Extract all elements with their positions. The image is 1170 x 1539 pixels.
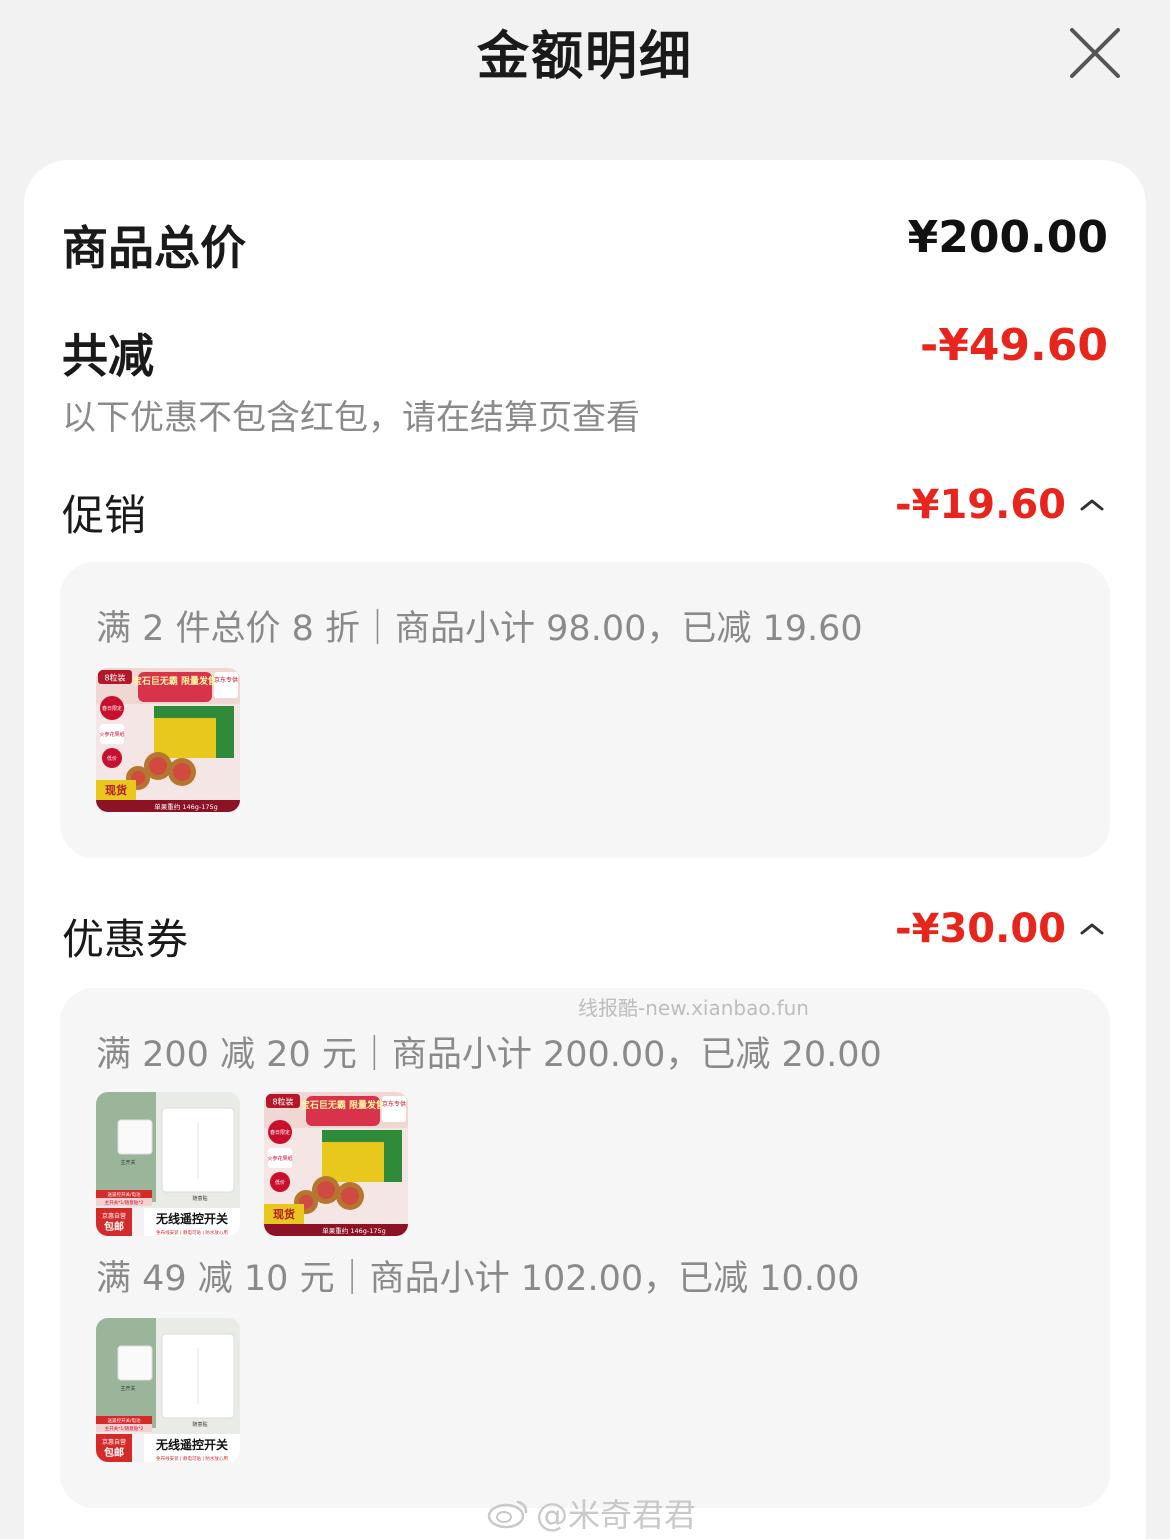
kiwi-count-badge: 8粒装 [104, 673, 125, 683]
promotion-rule-text: 满 2 件总价 8 折｜商品小计 98.00，已减 19.60 [96, 609, 863, 649]
coupon-detail-panel: 满 200 减 20 元｜商品小计 200.00，已减 20.00 主开关 随意… [60, 988, 1110, 1508]
coupon-label: 优惠券 [62, 915, 189, 964]
kiwi-product-image: 8粒装 宝石巨无霸 限量发售 京东专供 春日限定 火参花果纸 低价 现货 单果重… [264, 1092, 408, 1236]
coupon-section-header[interactable]: 优惠券 -¥30.00 [62, 906, 1108, 964]
switch-product-thumbnail[interactable]: 主开关 随意贴 送遥控开关/电池 主开关*1/随意贴*2 京惠自营 包邮 无线遥… [96, 1318, 240, 1462]
kiwi-variety-tag: 火参花果纸 [99, 731, 124, 738]
switch-promo-line2: 主开关*1/随意贴*2 [105, 1425, 144, 1432]
watermark-bottom: @米奇君君 [486, 1490, 696, 1536]
coupon-rule-text-1: 满 200 减 20 元｜商品小计 200.00，已减 20.00 [96, 1035, 882, 1075]
watermark-bottom-text: @米奇君君 [536, 1496, 697, 1534]
switch-product-image: 主开关 随意贴 送遥控开关/电池 主开关*1/随意贴*2 京惠自营 包邮 无线遥… [96, 1318, 240, 1462]
watermark-center: 线报酷-new.xianbao.fun [578, 996, 809, 1020]
kiwi-footer: 单果重约 146g-175g [322, 1226, 385, 1235]
switch-features: 免布线安装 | 静电可贴 | 防水放心用 [156, 1229, 228, 1236]
kiwi-headline: 宝石巨无霸 限量发售 [301, 1099, 385, 1111]
switch-jd-self: 京惠自营 [102, 1212, 126, 1220]
switch-main-label: 主开关 [120, 1385, 135, 1392]
kiwi-stock-tag: 现货 [273, 1207, 295, 1221]
total-discount-value: -¥49.60 [919, 320, 1108, 371]
kiwi-stock-tag: 现货 [105, 783, 127, 797]
kiwi-count-badge: 8粒装 [272, 1097, 293, 1107]
switch-promo-line1: 送遥控开关/电池 [107, 1191, 141, 1198]
switch-promo-line2: 主开关*1/随意贴*2 [105, 1199, 144, 1206]
switch-free-ship: 包邮 [104, 1220, 124, 1233]
kiwi-product-thumbnail[interactable]: 8粒装 宝石巨无霸 限量发售 京东专供 春日限定 火参花果纸 低价 现货 单果重… [264, 1092, 408, 1236]
switch-product-image: 主开关 随意贴 送遥控开关/电池 主开关*1/随意贴*2 京惠自营 包邮 无线遥… [96, 1092, 240, 1236]
switch-main-label: 主开关 [120, 1159, 135, 1166]
switch-title: 无线遥控开关 [155, 1211, 228, 1226]
kiwi-product-image: 8粒装 宝石巨无霸 限量发售 京东专供 春日限定 火参花果纸 低价 现货 单果重… [96, 668, 240, 812]
coupon-rule-text-2: 满 49 减 10 元｜商品小计 102.00，已减 10.00 [96, 1259, 860, 1299]
kiwi-jd-tag: 京东专供 [382, 1100, 406, 1108]
switch-features: 免布线安装 | 静电可贴 | 防水放心用 [156, 1455, 228, 1462]
page-title: 金额明细 [476, 27, 693, 87]
kiwi-spring-tag: 春日限定 [270, 1129, 290, 1136]
kiwi-product-thumbnail[interactable]: 8粒装 宝石巨无霸 限量发售 京东专供 春日限定 火参花果纸 低价 现货 单果重… [96, 668, 240, 812]
close-button[interactable] [1064, 22, 1126, 84]
kiwi-variety-tag: 火参花果纸 [267, 1155, 292, 1162]
coupon-value: -¥30.00 [895, 906, 1066, 952]
kiwi-low-tag: 低价 [275, 1179, 285, 1186]
promotion-section-header[interactable]: 促销 -¥19.60 [62, 482, 1108, 540]
discount-note: 以下优惠不包含红包，请在结算页查看 [62, 398, 640, 438]
kiwi-spring-tag: 春日限定 [102, 705, 122, 712]
switch-title: 无线遥控开关 [155, 1437, 228, 1452]
promotion-label: 促销 [62, 491, 147, 540]
close-icon [1070, 28, 1120, 78]
total-discount-row: 共减 -¥49.60 [62, 320, 1108, 383]
kiwi-jd-tag: 京东专供 [214, 676, 238, 684]
total-discount-label: 共减 [62, 329, 154, 383]
switch-promo-line1: 送遥控开关/电池 [107, 1417, 141, 1424]
switch-jd-self: 京惠自营 [102, 1438, 126, 1446]
chevron-up-icon[interactable] [1076, 489, 1108, 521]
amount-detail-card: 商品总价 ¥200.00 共减 -¥49.60 以下优惠不包含红包，请在结算页查… [24, 160, 1146, 1539]
total-price-row: 商品总价 ¥200.00 [62, 212, 1108, 275]
kiwi-footer: 单果重约 146g-175g [154, 802, 217, 811]
switch-sub-label: 随意贴 [192, 1421, 207, 1428]
switch-sub-label: 随意贴 [192, 1195, 207, 1202]
total-price-label: 商品总价 [62, 221, 246, 275]
kiwi-headline: 宝石巨无霸 限量发售 [133, 675, 217, 687]
switch-free-ship: 包邮 [104, 1446, 124, 1459]
kiwi-low-tag: 低价 [107, 755, 117, 762]
chevron-up-icon[interactable] [1076, 913, 1108, 945]
promotion-detail-panel: 满 2 件总价 8 折｜商品小计 98.00，已减 19.60 8粒装 宝石巨无… [60, 562, 1110, 858]
modal-header: 金额明细 [0, 0, 1170, 110]
total-price-value: ¥200.00 [907, 212, 1108, 263]
promotion-value: -¥19.60 [895, 482, 1066, 528]
weibo-icon [487, 1500, 528, 1529]
switch-product-thumbnail[interactable]: 主开关 随意贴 送遥控开关/电池 主开关*1/随意贴*2 京惠自营 包邮 无线遥… [96, 1092, 240, 1236]
